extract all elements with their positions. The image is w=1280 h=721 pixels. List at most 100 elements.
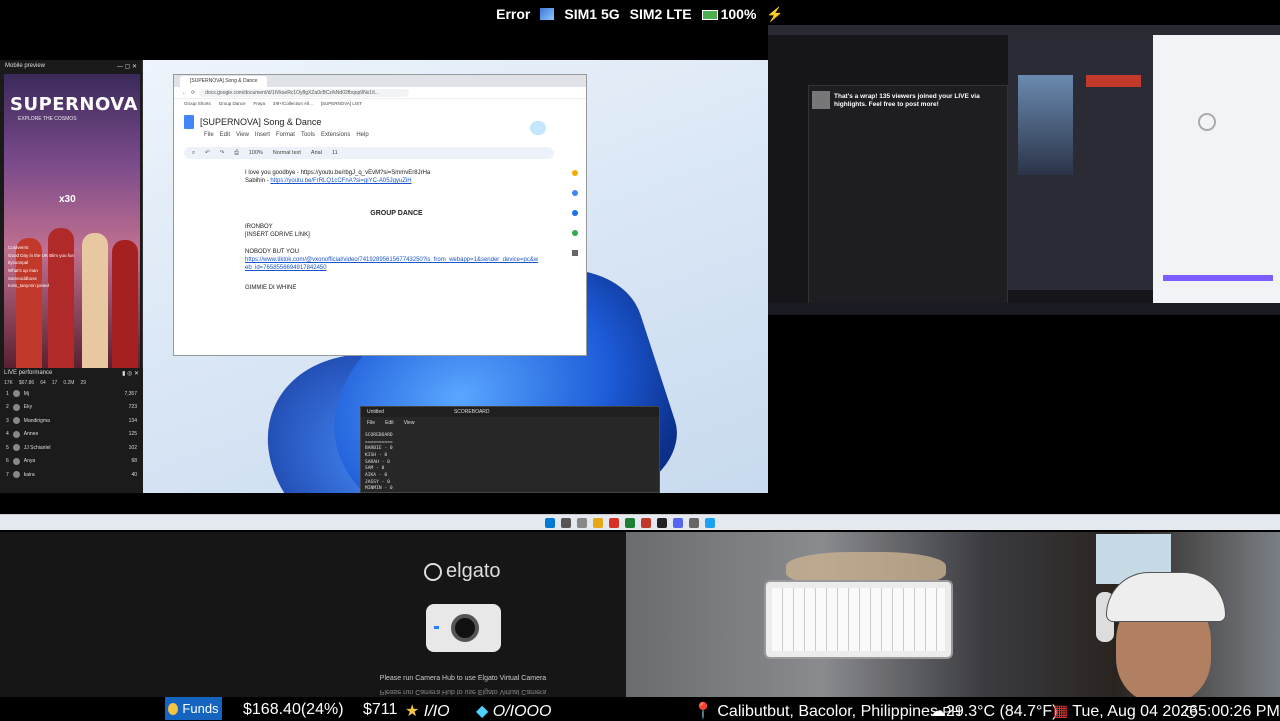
viewer-name: Eky xyxy=(23,404,33,411)
menu-view[interactable]: View xyxy=(236,132,249,138)
leaderboard-row[interactable]: 3 Mandirigma 134 xyxy=(0,414,143,428)
task-view-icon[interactable] xyxy=(577,518,587,528)
print-icon[interactable]: ⎙ xyxy=(234,150,238,157)
search-icon[interactable]: ⌕ xyxy=(192,150,195,157)
notepad-line: KISH - 0 xyxy=(365,452,388,458)
avatar xyxy=(12,403,20,411)
notepad-text[interactable]: SCOREBOARD ========== BARBIE - 0 KISH - 0 SA… xyxy=(361,429,659,492)
maps-icon[interactable] xyxy=(572,230,578,236)
keyboard xyxy=(766,582,951,657)
app-icon[interactable] xyxy=(641,518,651,528)
document-title[interactable]: [SUPERNOVA] Song & Dance xyxy=(200,117,321,127)
brave-icon[interactable] xyxy=(609,518,619,528)
browser-tab[interactable]: [SUPERNOVA] Song & Dance xyxy=(180,75,268,87)
doc-text: Sabihin - xyxy=(245,178,271,185)
docs-logo-icon[interactable] xyxy=(184,115,194,129)
sim1-label: SIM1 5G xyxy=(564,6,620,22)
bookmark[interactable]: [SUPERNOVA] LIST xyxy=(321,101,362,106)
status-bar: Error SIM1 5G SIM2 LTE 100% ⚡ xyxy=(0,0,1280,28)
live-stats: 17K $67.86 64 17 0.2M 29 xyxy=(0,379,143,387)
leaderboard-row[interactable]: 4 Annee 125 xyxy=(0,428,143,442)
live-video-preview[interactable]: SUPERNOVA EXPLORE THE COSMOS x30 Coldver… xyxy=(4,74,140,368)
discord-icon[interactable] xyxy=(673,518,683,528)
panel-controls[interactable]: ▮ ◎ ✕ xyxy=(122,370,139,377)
tasks-icon[interactable] xyxy=(572,190,578,196)
font-select[interactable]: Arial xyxy=(311,150,322,156)
bookmark[interactable]: Fraya xyxy=(254,101,266,106)
notepad-line: MINMIN - 0 xyxy=(365,486,393,492)
app-icon[interactable] xyxy=(705,518,715,528)
supernova-tagline: EXPLORE THE COSMOS xyxy=(18,116,77,122)
signal-icon xyxy=(540,8,555,20)
bookmark[interactable]: 3!9+/Collection All... xyxy=(273,101,313,106)
leaderboard-row[interactable]: 5 JJ Schianlel 102 xyxy=(0,441,143,455)
excel-icon[interactable] xyxy=(625,518,635,528)
viewer-name: Mandirigma xyxy=(23,417,50,424)
viewer-score: 125 xyxy=(128,431,137,438)
search-icon[interactable] xyxy=(561,518,571,528)
viewer-name: Anya xyxy=(23,458,36,465)
chat-line: Sameoddboss xyxy=(8,275,37,281)
viewer-name: Annee xyxy=(23,431,39,438)
elgato-notice-mirror: Please run Camera Hub to use Elgato Virt… xyxy=(379,688,547,695)
zoom-select[interactable]: 100% xyxy=(249,150,263,156)
doc-link[interactable]: https://www.tiktok.com/@vxonofficial/vid… xyxy=(245,256,540,272)
viewer-name: JJ Schianlel xyxy=(23,444,51,451)
go-live-button[interactable] xyxy=(1086,75,1141,87)
leaderboard-row[interactable]: 2 Eky 723 xyxy=(0,401,143,415)
leaderboard-row[interactable]: 6 Anya 68 xyxy=(0,455,143,469)
funds-badge: Funds xyxy=(165,697,222,720)
reload-icon[interactable]: ⟳ xyxy=(191,90,195,96)
doc-line: NOBODY BUT YOU xyxy=(245,248,300,255)
app-icon[interactable] xyxy=(657,518,667,528)
menu-tools[interactable]: Tools xyxy=(301,132,315,138)
menu-edit[interactable]: Edit xyxy=(220,132,230,138)
avatar xyxy=(12,471,20,479)
font-size-input[interactable]: 11 xyxy=(332,150,338,156)
bookmark[interactable]: Group Shorts xyxy=(184,101,211,106)
supernova-brand: SUPERNOVA xyxy=(10,94,138,115)
gems-value: ◆ O/IOOO xyxy=(476,703,552,720)
back-icon[interactable]: ← xyxy=(182,90,187,96)
dial-icon xyxy=(1198,113,1216,131)
redo-icon[interactable]: ↷ xyxy=(220,150,225,156)
thumbnail xyxy=(812,91,830,109)
location: 📍 Calibutbut, Bacolor, Philippines PH xyxy=(693,703,961,720)
menu-help[interactable]: Help xyxy=(356,132,368,138)
undo-icon[interactable]: ↶ xyxy=(205,150,210,156)
menu-insert[interactable]: Insert xyxy=(255,132,270,138)
rank: 6 xyxy=(6,458,9,465)
streamer-cap xyxy=(1106,572,1226,622)
leaderboard-row[interactable]: 7 kaira 40 xyxy=(0,468,143,482)
menu-view[interactable]: View xyxy=(404,420,415,426)
style-select[interactable]: Normal text xyxy=(273,150,301,156)
stat-followers: 29 xyxy=(80,380,87,386)
window-controls[interactable]: — ▢ ✕ xyxy=(117,63,137,70)
menu-format[interactable]: Format xyxy=(276,132,295,138)
notepad-tab[interactable]: SCOREBOARD xyxy=(454,409,490,415)
star-icon: ★ xyxy=(405,703,420,720)
clock-icon: ◷ xyxy=(1184,703,1198,720)
leaderboard-row[interactable]: 1 Mj 7,357 xyxy=(0,387,143,401)
folder-icon[interactable] xyxy=(593,518,603,528)
share-button[interactable] xyxy=(530,121,546,135)
add-icon[interactable] xyxy=(572,250,578,256)
start-icon[interactable] xyxy=(545,518,555,528)
webcam-feed xyxy=(626,532,1280,697)
keep-icon[interactable] xyxy=(572,170,578,176)
app-icon[interactable] xyxy=(689,518,699,528)
notepad-tab[interactable]: Untitled xyxy=(367,409,384,415)
menu-edit[interactable]: Edit xyxy=(385,420,394,426)
menu-file[interactable]: File xyxy=(367,420,375,426)
battery-icon xyxy=(701,10,718,21)
menu-extensions[interactable]: Extensions xyxy=(321,132,350,138)
contacts-icon[interactable] xyxy=(572,210,578,216)
bookmarks-bar: Group Shorts Group Dance Fraya 3!9+/Coll… xyxy=(174,99,586,108)
menu-file[interactable]: File xyxy=(204,132,214,138)
doc-link[interactable]: https://youtu.be/FrRLQ1cCFnA?si=giYC-A05… xyxy=(270,178,411,184)
document-page[interactable]: I love you goodbye - https://youtu.be/rb… xyxy=(199,169,554,355)
bookmark[interactable]: Group Dance xyxy=(219,101,246,106)
address-bar[interactable]: docs.google.com/document/d/1tVkseRc1Oy8g… xyxy=(199,88,410,97)
weather: ☁29.3°C (84.7°F) xyxy=(930,703,1058,720)
doc-line: IRONBOY xyxy=(245,223,273,230)
